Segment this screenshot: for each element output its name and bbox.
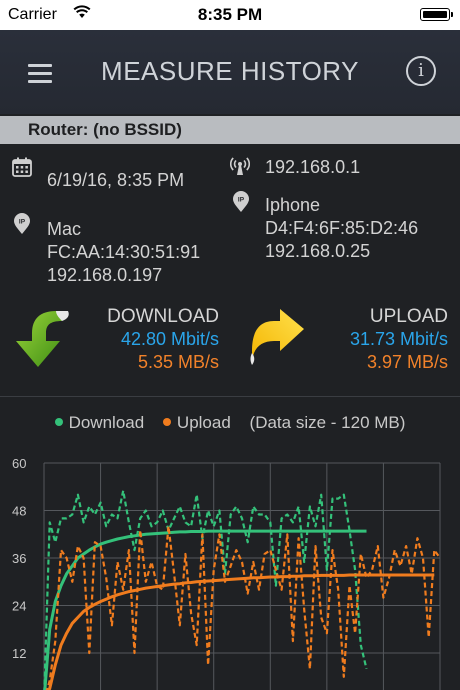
series-line-upload-average <box>47 573 435 690</box>
server-info: Iphone D4:F4:6F:85:D2:46 192.168.0.25 <box>265 194 418 263</box>
legend-upload: Upload <box>162 413 231 432</box>
server-ip: 192.168.0.25 <box>265 241 371 261</box>
client-ip: 192.168.0.197 <box>47 265 163 285</box>
speed-chart: 60 48 36 24 12 <box>12 456 441 690</box>
info-icon-glyph: i <box>418 60 424 81</box>
download-summary: DOWNLOAD 42.80 Mbit/s 5.35 MB/s <box>95 305 219 374</box>
legend-download: Download <box>54 413 145 432</box>
nav-bar: MEASURE HISTORY i <box>0 30 460 114</box>
svg-text:IP: IP <box>19 219 26 226</box>
client-mac: FC:AA:14:30:51:91 <box>47 242 201 262</box>
info-icon[interactable]: i <box>406 56 436 86</box>
chart-legend: Download Upload (Data size - 120 MB) <box>0 413 460 433</box>
measurement-date: 6/19/16, 8:35 PM <box>47 170 185 190</box>
y-tick-label: 12 <box>12 646 26 661</box>
ip-pin-icon: IP <box>14 213 30 234</box>
legend-download-dot <box>54 417 63 426</box>
download-mbs: 5.35 MB/s <box>137 352 219 372</box>
status-bar: Carrier 8:35 PM <box>0 0 460 30</box>
server-mac: D4:F4:6F:85:D2:46 <box>265 218 419 238</box>
legend-note: (Data size - 120 MB) <box>249 413 406 432</box>
svg-text:IP: IP <box>238 197 245 204</box>
y-tick-label: 36 <box>12 551 26 566</box>
page-title: MEASURE HISTORY <box>101 56 359 86</box>
upload-title: UPLOAD <box>369 306 448 327</box>
download-arrow-icon <box>16 311 69 367</box>
ip-pin-icon: IP <box>233 191 249 212</box>
antenna-icon <box>230 157 250 175</box>
router-label: Router: (no BSSID) <box>28 120 182 139</box>
server-name: Iphone <box>265 195 321 215</box>
client-info: Mac FC:AA:14:30:51:91 192.168.0.197 <box>47 218 200 287</box>
legend-download-label: Download <box>68 413 145 432</box>
router-bar: Router: (no BSSID) <box>0 116 460 144</box>
legend-upload-label: Upload <box>176 413 231 432</box>
download-title: DOWNLOAD <box>107 306 219 327</box>
gateway-ip: 192.168.0.1 <box>265 157 361 177</box>
legend-upload-dot <box>162 417 171 426</box>
battery-icon <box>420 8 453 21</box>
calendar-icon <box>12 157 32 177</box>
y-tick-label: 24 <box>12 599 26 614</box>
section-divider <box>0 396 460 397</box>
upload-mbit: 31.73 Mbit/s <box>349 329 448 349</box>
clock: 8:35 PM <box>197 5 263 24</box>
series-line-upload <box>45 525 441 690</box>
download-mbit: 42.80 Mbit/s <box>120 329 219 349</box>
upload-summary: UPLOAD 31.73 Mbit/s 3.97 MB/s <box>300 305 448 374</box>
upload-mbs: 3.97 MB/s <box>366 352 448 372</box>
y-tick-label: 60 <box>12 456 26 471</box>
y-tick-label: 48 <box>12 504 26 519</box>
client-name: Mac <box>47 219 82 239</box>
